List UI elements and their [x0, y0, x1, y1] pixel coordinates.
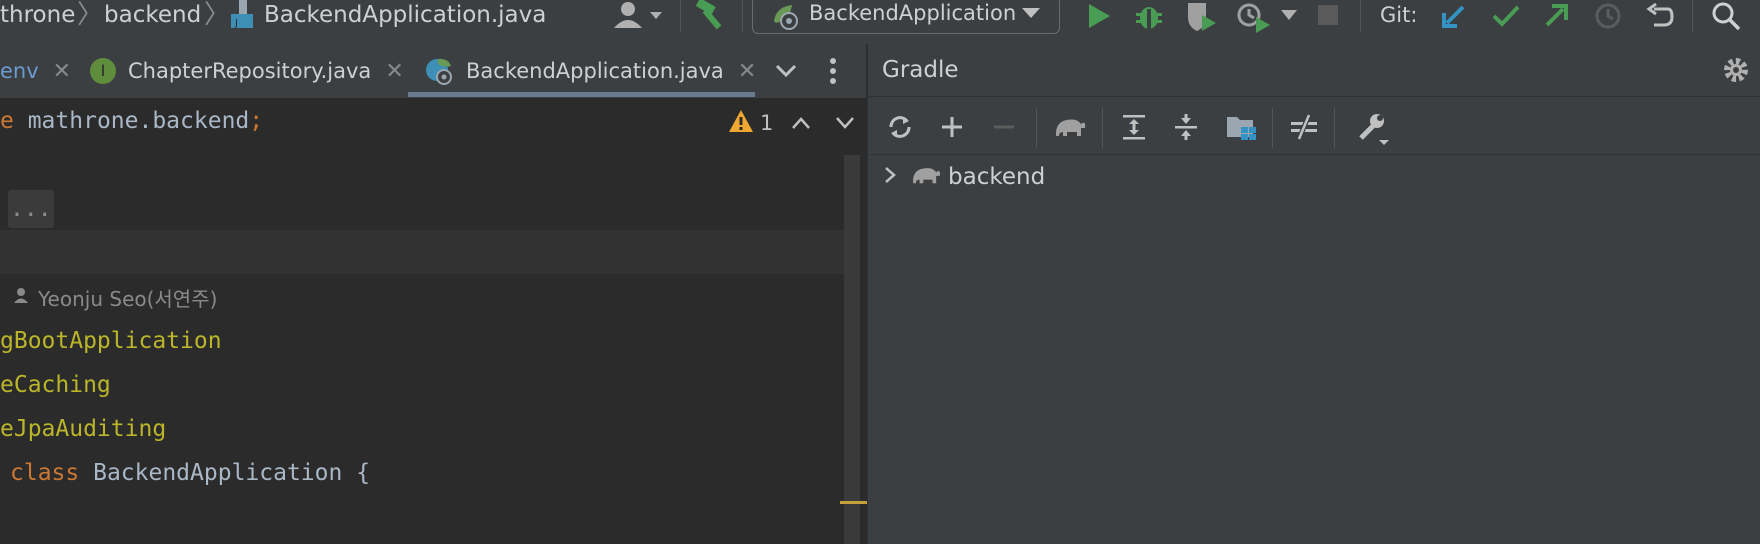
active-tab-indicator	[408, 92, 755, 97]
tab-label: env	[0, 59, 39, 83]
dependencies-folder-icon[interactable]	[1222, 109, 1260, 145]
add-icon[interactable]	[934, 109, 970, 145]
tab-label: BackendApplication.java	[466, 59, 724, 83]
build-hammer-icon[interactable]	[694, 0, 730, 32]
code-line-annotation-caching: eCaching	[0, 372, 111, 398]
close-icon[interactable]: ✕	[385, 59, 403, 84]
git-commit-icon[interactable]	[1490, 0, 1522, 32]
show-hidden-tabs-chevron-icon[interactable]	[768, 54, 804, 88]
warning-stripe-marker[interactable]	[840, 501, 868, 504]
breadcrumb-separator-icon: 〉	[204, 0, 231, 30]
spring-boot-icon	[769, 1, 801, 31]
history-icon[interactable]	[1592, 0, 1624, 32]
breadcrumb-item-file[interactable]: BackendApplication.java	[264, 0, 546, 30]
breadcrumb-item-module[interactable]: backend	[104, 0, 201, 30]
chevron-right-icon[interactable]	[882, 165, 898, 189]
spring-boot-class-icon	[424, 56, 454, 86]
stop-icon[interactable]	[1314, 0, 1342, 30]
vcs-user-icon[interactable]	[610, 0, 666, 30]
collapse-all-icon[interactable]	[1168, 109, 1204, 145]
author-name: Yeonju Seo(서연주)	[38, 286, 218, 311]
gradle-tree-item-backend[interactable]: backend	[882, 160, 1045, 194]
warning-icon	[728, 109, 754, 137]
expand-all-icon[interactable]	[1116, 109, 1152, 145]
code-line-package: e mathrone.backend;	[0, 108, 264, 134]
toggle-offline-mode-icon[interactable]	[1286, 109, 1322, 145]
svg-text:J: J	[234, 18, 238, 29]
java-file-icon: J	[228, 0, 258, 30]
debug-icon[interactable]	[1132, 0, 1166, 32]
gradle-project-elephant-icon	[910, 163, 942, 191]
tab-label: ChapterRepository.java	[128, 59, 372, 83]
git-push-icon[interactable]	[1540, 0, 1572, 32]
breadcrumb-separator-icon: 〉	[77, 0, 104, 30]
breadcrumb-item-project[interactable]: throne	[0, 0, 75, 30]
close-icon[interactable]: ✕	[738, 59, 756, 84]
gradle-elephant-icon[interactable]	[1050, 109, 1090, 145]
gradle-header: Gradle	[867, 44, 1760, 97]
inspection-widget[interactable]: 1	[728, 106, 773, 140]
interface-icon: I	[90, 58, 116, 84]
current-line-highlight	[0, 230, 846, 274]
profiler-icon[interactable]	[1234, 0, 1274, 34]
code-line-annotation-spring-boot: gBootApplication	[0, 328, 222, 354]
previous-highlight-chevron-up-icon[interactable]	[786, 108, 816, 138]
run-with-coverage-icon[interactable]	[1182, 0, 1222, 34]
gear-icon[interactable]	[1720, 54, 1752, 86]
navigation-bar: throne 〉 backend 〉 J BackendApplication.…	[0, 0, 1760, 45]
search-icon[interactable]	[1708, 0, 1744, 32]
code-vision-author[interactable]: Yeonju Seo(서연주)	[12, 282, 217, 312]
next-highlight-chevron-down-icon[interactable]	[830, 108, 860, 138]
more-options-icon[interactable]	[822, 54, 844, 88]
editor-scrollbar[interactable]	[844, 155, 860, 544]
reload-icon[interactable]	[882, 109, 918, 145]
code-line-annotation-jpa-auditing: eJpaAuditing	[0, 416, 167, 442]
code-line-class-declaration: class BackendApplication {	[10, 460, 371, 486]
gradle-title: Gradle	[882, 57, 959, 83]
warning-count: 1	[760, 111, 774, 135]
more-run-options-chevron-icon[interactable]	[1278, 0, 1300, 30]
run-configuration-label: BackendApplication	[809, 1, 1017, 25]
close-icon[interactable]: ✕	[53, 59, 71, 84]
run-configuration-selector[interactable]: BackendApplication	[752, 0, 1060, 34]
git-label: Git:	[1380, 3, 1418, 27]
remove-icon	[986, 109, 1022, 145]
build-tool-settings-wrench-icon[interactable]	[1354, 109, 1394, 149]
tab-chapter-repository[interactable]: I ChapterRepository.java ✕	[90, 44, 404, 98]
git-update-icon[interactable]	[1438, 0, 1470, 32]
tab-env[interactable]: env ✕	[0, 44, 71, 98]
tree-item-label: backend	[948, 164, 1046, 190]
editor-tab-bar: env ✕ I ChapterRepository.java ✕ Backend…	[0, 44, 866, 99]
rollback-icon[interactable]	[1644, 0, 1676, 32]
fold-placeholder[interactable]: ...	[10, 194, 52, 224]
person-icon	[12, 286, 30, 308]
tab-backend-application[interactable]: BackendApplication.java ✕	[424, 44, 756, 98]
chevron-down-icon	[1017, 0, 1045, 27]
run-icon[interactable]	[1082, 0, 1116, 32]
